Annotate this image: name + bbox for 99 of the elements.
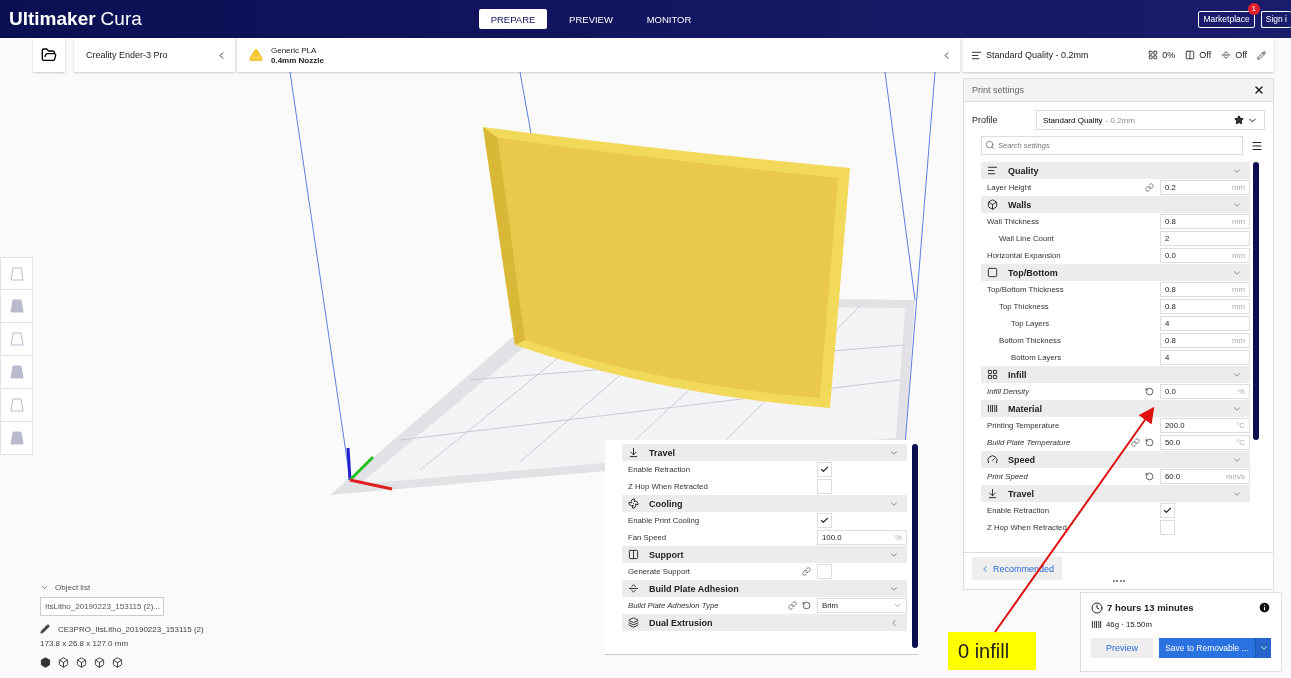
check-icon (820, 516, 829, 525)
material-name: Generic PLA (271, 45, 318, 55)
adhesion-summary: Off (1235, 50, 1247, 60)
pencil-icon[interactable] (40, 624, 50, 634)
preview-button[interactable]: Preview (1091, 638, 1153, 658)
reset-icon[interactable] (1145, 387, 1154, 396)
chevron-down-icon (40, 583, 49, 592)
quality-bar[interactable]: Standard Quality - 0.2mm 0% Off Off (963, 38, 1274, 72)
cube-icon[interactable] (58, 657, 69, 668)
link-icon[interactable] (802, 567, 811, 576)
category-header[interactable]: Support (622, 546, 907, 563)
lines-icon (971, 49, 982, 61)
trapezoid-icon (8, 331, 25, 347)
grid-icon (987, 369, 998, 380)
trapezoid-icon (8, 265, 25, 282)
checkbox[interactable] (1160, 520, 1175, 535)
scrollbar[interactable] (1253, 162, 1259, 440)
object-dimensions: 173.8 x 26.8 x 127.0 mm (40, 639, 130, 648)
grid-icon (1148, 50, 1159, 60)
trapezoid-icon (8, 298, 25, 314)
printer-name: Creality Ender-3 Pro (86, 50, 169, 60)
brand-name: Ultimaker (9, 8, 96, 30)
folder-icon (41, 47, 57, 63)
support-summary: Off (1199, 50, 1212, 60)
printer-selector[interactable]: Creality Ender-3 Pro (74, 38, 235, 72)
gauge-icon (987, 454, 998, 465)
cube-icon (987, 199, 998, 210)
checkbox[interactable] (1160, 503, 1175, 518)
chevron-down-icon (893, 601, 902, 610)
chevron-left-icon (980, 563, 990, 574)
trapezoid-icon (8, 364, 25, 380)
category-header[interactable]: Infill (981, 366, 1250, 383)
category-header[interactable]: Cooling (622, 495, 907, 512)
save-button[interactable]: Save to Removable ... (1159, 638, 1255, 658)
scrollbar[interactable] (912, 444, 918, 648)
menu-icon[interactable] (1251, 139, 1263, 152)
profile-label: Profile (972, 115, 999, 125)
category-header[interactable]: Speed (981, 451, 1250, 468)
separator-icon (1221, 50, 1232, 60)
category-header[interactable]: Build Plate Adhesion (622, 580, 907, 597)
material-selector[interactable]: Generic PLA 0.4mm Nozzle (237, 38, 960, 72)
columns-icon (628, 549, 639, 560)
object-name: CE3PRO_ItsLitho_20190223_153115 (2) (58, 624, 204, 634)
category-header[interactable]: Travel (981, 485, 1250, 502)
cube-icon[interactable] (40, 657, 51, 668)
check-icon (1163, 506, 1172, 515)
category-header[interactable]: Walls (981, 196, 1250, 213)
clock-icon (1091, 601, 1103, 614)
stage-tab[interactable]: PREVIEW (557, 9, 625, 29)
cube-icon[interactable] (112, 657, 123, 668)
resize-handle[interactable] (1112, 580, 1125, 585)
layers-icon (628, 617, 639, 628)
checkbox[interactable] (817, 479, 832, 494)
columns-icon (1185, 50, 1196, 60)
category-header[interactable]: Material (981, 400, 1250, 417)
checkbox[interactable] (817, 513, 832, 528)
nozzle-name: 0.4mm Nozzle (271, 55, 325, 65)
stage-tab[interactable]: PREPARE (479, 9, 547, 29)
annotation-note: 0 infill (948, 632, 1036, 670)
link-icon[interactable] (1131, 438, 1140, 447)
product-name: Cura (100, 8, 142, 30)
object-item[interactable]: ItsLitho_20190223_153115 (2)... (40, 597, 164, 616)
cube-icon[interactable] (94, 657, 105, 668)
trapezoid-icon (8, 430, 25, 446)
open-file-button[interactable] (33, 38, 65, 72)
close-icon[interactable] (1253, 84, 1265, 96)
profile-select[interactable]: Standard Quality - 0.2mm (1036, 110, 1265, 130)
reset-icon[interactable] (802, 601, 811, 610)
reset-icon[interactable] (1145, 472, 1154, 481)
trapezoid-icon (8, 397, 25, 413)
category-header[interactable]: Top/Bottom (981, 264, 1250, 281)
panel-title: Print settings (972, 85, 1025, 95)
search-icon (985, 140, 995, 150)
category-header[interactable]: Quality (981, 162, 1250, 179)
checkbox[interactable] (817, 462, 832, 477)
reset-icon[interactable] (1145, 438, 1154, 447)
print-time: 7 hours 13 minutes (1107, 602, 1195, 613)
barcode-icon (987, 403, 998, 414)
info-icon[interactable] (1258, 601, 1271, 614)
square-icon (987, 267, 998, 278)
fan-icon (628, 498, 639, 509)
chevron-left-icon (889, 617, 899, 628)
separator-icon (628, 583, 639, 594)
lines-icon (987, 165, 998, 176)
chevron-down-icon (1258, 643, 1269, 653)
barcode-icon (1091, 619, 1102, 630)
infill-summary: 0% (1162, 50, 1176, 60)
star-icon (1234, 115, 1244, 125)
check-icon (820, 465, 829, 474)
sign-in-button[interactable]: Sign i (1260, 10, 1291, 28)
category-header[interactable]: Travel (622, 444, 907, 461)
stage-tab[interactable]: MONITOR (635, 9, 703, 29)
object-list-toggle[interactable]: Object list (40, 583, 204, 592)
link-icon[interactable] (788, 601, 797, 610)
profile-summary: Standard Quality - 0.2mm (986, 50, 1090, 60)
link-icon[interactable] (1145, 183, 1154, 192)
checkbox[interactable] (817, 564, 832, 579)
cube-icon[interactable] (76, 657, 87, 668)
category-header[interactable]: Dual Extrusion (622, 614, 907, 631)
